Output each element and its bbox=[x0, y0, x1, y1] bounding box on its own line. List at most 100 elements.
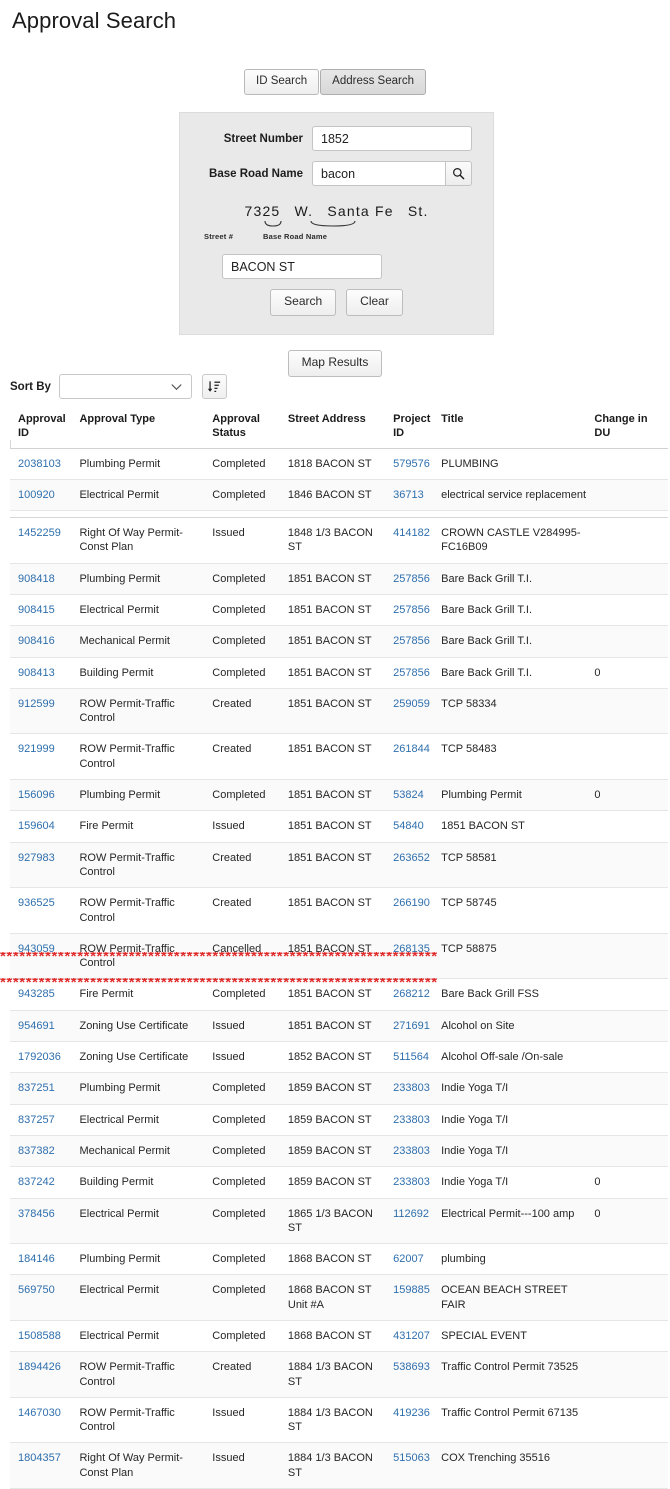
table-row[interactable]: 1804357 Right Of Way Permit-Const Plan Iss… bbox=[10, 1442, 668, 1489]
cell-approval-id[interactable]: 378456 bbox=[10, 1198, 80, 1245]
approval-id-link[interactable]: 378456 bbox=[18, 1208, 55, 1220]
project-id-link[interactable]: 268212 bbox=[393, 988, 430, 1000]
cell-approval-id[interactable]: 943285 bbox=[10, 978, 80, 1011]
approval-id-link[interactable]: 912599 bbox=[18, 698, 55, 710]
cell-approval-id[interactable]: 837382 bbox=[10, 1135, 80, 1168]
cell-project-id[interactable]: 233803 bbox=[393, 1072, 442, 1105]
cell-approval-id[interactable]: 908418 bbox=[10, 563, 80, 595]
cell-project-id[interactable]: 257856 bbox=[393, 657, 442, 689]
column-header-approval-type[interactable]: Approval Type bbox=[79, 409, 213, 449]
project-id-link[interactable]: 233803 bbox=[393, 1145, 430, 1157]
approval-id-link[interactable]: 921999 bbox=[18, 743, 55, 755]
approval-id-link[interactable]: 908416 bbox=[18, 635, 55, 647]
column-header-project-id[interactable]: Project ID bbox=[393, 409, 442, 449]
cell-approval-id[interactable]: 908415 bbox=[10, 594, 80, 627]
cell-project-id[interactable]: 54840 bbox=[393, 810, 442, 843]
table-row[interactable]: 954691 Zoning Use Certificate Issued 1851 B… bbox=[10, 1010, 668, 1043]
cell-project-id[interactable]: 263652 bbox=[393, 842, 442, 889]
table-row[interactable]: 184146 Plumbing Permit Completed 1868 BACON… bbox=[10, 1243, 668, 1276]
table-row[interactable]: 837251 Plumbing Permit Completed 1859 BACON… bbox=[10, 1072, 668, 1105]
table-row[interactable]: 908416 Mechanical Permit Completed 1851 BAC… bbox=[10, 625, 668, 658]
cell-project-id[interactable]: 579576 bbox=[393, 448, 442, 480]
cell-approval-id[interactable]: 569750 bbox=[10, 1274, 80, 1321]
project-id-link[interactable]: 431207 bbox=[393, 1330, 430, 1342]
cell-approval-id[interactable]: 1508588 bbox=[10, 1320, 80, 1353]
table-row[interactable]: 908418 Plumbing Permit Completed 1851 BACON… bbox=[10, 563, 668, 595]
table-row[interactable]: 159604 Fire Permit Issued 1851 BACON ST 5484… bbox=[10, 810, 668, 843]
street-number-input[interactable] bbox=[312, 126, 472, 151]
cell-approval-id[interactable]: 921999 bbox=[10, 733, 80, 781]
project-id-link[interactable]: 233803 bbox=[393, 1176, 430, 1188]
table-row[interactable]: 2038103 Plumbing Permit Completed 1818 BACO… bbox=[10, 448, 668, 480]
project-id-link[interactable]: 579576 bbox=[393, 458, 430, 470]
cell-approval-id[interactable]: 912599 bbox=[10, 688, 80, 735]
project-id-link[interactable]: 419236 bbox=[393, 1407, 430, 1419]
project-id-link[interactable]: 36713 bbox=[393, 489, 424, 501]
approval-id-link[interactable]: 184146 bbox=[18, 1253, 55, 1265]
cell-project-id[interactable]: 271691 bbox=[393, 1010, 442, 1043]
project-id-link[interactable]: 257856 bbox=[393, 667, 430, 679]
cell-project-id[interactable]: 53824 bbox=[393, 779, 442, 812]
cell-project-id[interactable]: 233803 bbox=[393, 1104, 442, 1136]
table-row[interactable]: 1467030 ROW Permit-Traffic Control Issued 1… bbox=[10, 1397, 668, 1444]
approval-id-link[interactable]: 1804357 bbox=[18, 1452, 61, 1464]
project-id-link[interactable]: 53824 bbox=[393, 789, 424, 801]
project-id-link[interactable]: 268135 bbox=[393, 943, 430, 955]
approval-id-link[interactable]: 927983 bbox=[18, 852, 55, 864]
table-row[interactable]: 943285 Fire Permit Completed 1851 BACON ST 2… bbox=[10, 978, 668, 1011]
table-row[interactable]: 1508588 Electrical Permit Completed 1868 BA… bbox=[10, 1320, 668, 1353]
approval-id-link[interactable]: 837251 bbox=[18, 1082, 55, 1094]
project-id-link[interactable]: 259059 bbox=[393, 698, 430, 710]
column-header-approval-status[interactable]: Approval Status bbox=[212, 409, 288, 449]
cell-approval-id[interactable]: 156096 bbox=[10, 779, 80, 812]
cell-project-id[interactable]: 266190 bbox=[393, 887, 442, 934]
column-header-street-address[interactable]: Street Address bbox=[287, 409, 394, 449]
base-road-name-input[interactable] bbox=[312, 161, 445, 186]
approval-id-link[interactable]: 2038103 bbox=[18, 458, 61, 470]
cell-approval-id[interactable]: 954691 bbox=[10, 1010, 80, 1043]
cell-project-id[interactable]: 431207 bbox=[393, 1320, 442, 1353]
road-result-input[interactable] bbox=[222, 254, 382, 279]
table-row[interactable]: 569750 Electrical Permit Completed 1868 BAC… bbox=[10, 1274, 668, 1321]
cell-project-id[interactable]: 419236 bbox=[393, 1397, 442, 1444]
table-row[interactable]: 921999 ROW Permit-Traffic Control Created 1… bbox=[10, 733, 668, 781]
project-id-link[interactable]: 266190 bbox=[393, 897, 430, 909]
approval-id-link[interactable]: 837242 bbox=[18, 1176, 55, 1188]
table-row[interactable]: 943059 ROW Permit-Traffic Control Cancelle… bbox=[10, 933, 668, 980]
cell-project-id[interactable]: 36713 bbox=[393, 479, 442, 512]
table-row[interactable]: 378456 Electrical Permit Completed 1865 1/3… bbox=[10, 1198, 668, 1245]
project-id-link[interactable]: 233803 bbox=[393, 1082, 430, 1094]
project-id-link[interactable]: 261844 bbox=[393, 743, 430, 755]
cell-approval-id[interactable]: 1452259 bbox=[10, 517, 80, 564]
cell-project-id[interactable]: 257856 bbox=[393, 563, 442, 595]
approval-id-link[interactable]: 1894426 bbox=[18, 1361, 61, 1373]
project-id-link[interactable]: 257856 bbox=[393, 573, 430, 585]
sort-by-select[interactable] bbox=[58, 374, 192, 399]
cell-project-id[interactable]: 233803 bbox=[393, 1166, 442, 1199]
project-id-link[interactable]: 159885 bbox=[393, 1284, 430, 1296]
table-row[interactable]: 837257 Electrical Permit Completed 1859 BAC… bbox=[10, 1104, 668, 1136]
project-id-link[interactable]: 233803 bbox=[393, 1114, 430, 1126]
table-row[interactable]: 927983 ROW Permit-Traffic Control Created 1… bbox=[10, 842, 668, 889]
project-id-link[interactable]: 515063 bbox=[393, 1452, 430, 1464]
project-id-link[interactable]: 112692 bbox=[393, 1208, 429, 1220]
cell-project-id[interactable]: 538693 bbox=[393, 1351, 442, 1398]
cell-approval-id[interactable]: 927983 bbox=[10, 842, 80, 889]
table-row[interactable]: 936525 ROW Permit-Traffic Control Created 1… bbox=[10, 887, 668, 934]
approval-id-link[interactable]: 100920 bbox=[18, 489, 55, 501]
project-id-link[interactable]: 257856 bbox=[393, 604, 430, 616]
cell-approval-id[interactable]: 936525 bbox=[10, 887, 80, 934]
project-id-link[interactable]: 414182 bbox=[393, 527, 430, 539]
approval-id-link[interactable]: 837382 bbox=[18, 1145, 55, 1157]
cell-approval-id[interactable]: 159604 bbox=[10, 810, 80, 843]
project-id-link[interactable]: 62007 bbox=[393, 1253, 424, 1265]
approval-id-link[interactable]: 908415 bbox=[18, 604, 55, 616]
cell-project-id[interactable]: 257856 bbox=[393, 625, 442, 658]
tab-id-search[interactable]: ID Search bbox=[244, 69, 320, 96]
cell-project-id[interactable]: 112692 bbox=[393, 1198, 442, 1245]
cell-approval-id[interactable]: 1894426 bbox=[10, 1351, 80, 1398]
cell-approval-id[interactable]: 2038103 bbox=[10, 448, 80, 480]
column-header-approval-id[interactable]: Approval ID bbox=[10, 409, 80, 449]
approval-id-link[interactable]: 908418 bbox=[18, 573, 55, 585]
table-row[interactable]: 837242 Building Permit Completed 1859 BACON… bbox=[10, 1166, 668, 1199]
